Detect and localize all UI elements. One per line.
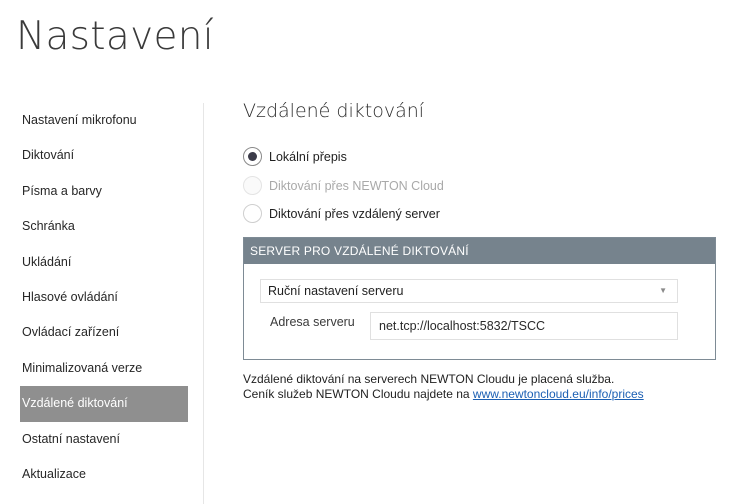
sidebar-item-clipboard[interactable]: Schránka: [0, 209, 203, 244]
radio-label: Diktování přes NEWTON Cloud: [269, 178, 444, 193]
info-text: Vzdálené diktování na serverech NEWTON C…: [243, 372, 644, 402]
chevron-down-icon: ▼: [659, 286, 667, 295]
server-group-header: SERVER PRO VZDÁLENÉ DIKTOVÁNÍ: [244, 238, 715, 264]
radio-local-transcription[interactable]: Lokální přepis: [243, 147, 347, 166]
server-address-label: Adresa serveru: [270, 315, 355, 329]
info-line-2: Ceník služeb NEWTON Cloudu najdete na ww…: [243, 387, 644, 402]
section-title: Vzdálené diktování: [243, 100, 425, 122]
radio-newton-cloud: Diktování přes NEWTON Cloud: [243, 176, 444, 195]
radio-checked-icon[interactable]: [243, 147, 262, 166]
sidebar: Nastavení mikrofonu Diktování Písma a ba…: [0, 103, 204, 504]
server-address-input[interactable]: net.tcp://localhost:5832/TSCC: [370, 312, 678, 340]
radio-unchecked-icon[interactable]: [243, 204, 262, 223]
sidebar-item-fonts-colors[interactable]: Písma a barvy: [0, 174, 203, 209]
prices-link[interactable]: www.newtoncloud.eu/info/prices: [473, 387, 644, 401]
server-group-box: SERVER PRO VZDÁLENÉ DIKTOVÁNÍ Ruční nast…: [243, 237, 716, 360]
radio-label: Diktování přes vzdálený server: [269, 206, 440, 221]
sidebar-item-saving[interactable]: Ukládání: [0, 245, 203, 280]
server-mode-dropdown[interactable]: Ruční nastavení serveru ▼: [260, 279, 678, 303]
sidebar-item-dictation[interactable]: Diktování: [0, 138, 203, 173]
sidebar-item-microphone[interactable]: Nastavení mikrofonu: [0, 103, 203, 138]
radio-remote-server[interactable]: Diktování přes vzdálený server: [243, 204, 440, 223]
sidebar-item-remote-dictation[interactable]: Vzdálené diktování: [20, 386, 188, 422]
sidebar-item-minimized[interactable]: Minimalizovaná verze: [0, 351, 203, 386]
radio-unchecked-icon: [243, 176, 262, 195]
sidebar-item-voice-control[interactable]: Hlasové ovládání: [0, 280, 203, 315]
sidebar-item-updates[interactable]: Aktualizace: [0, 457, 203, 492]
main-panel: Vzdálené diktování Lokální přepis Diktov…: [243, 100, 723, 401]
info-line-1: Vzdálené diktování na serverech NEWTON C…: [243, 372, 615, 386]
radio-label: Lokální přepis: [269, 149, 347, 164]
info-line-2-prefix: Ceník služeb NEWTON Cloudu najdete na: [243, 387, 473, 401]
sidebar-item-other-settings[interactable]: Ostatní nastavení: [0, 422, 203, 457]
dropdown-value: Ruční nastavení serveru: [268, 284, 404, 298]
sidebar-item-control-devices[interactable]: Ovládací zařízení: [0, 315, 203, 350]
page-title: Nastavení: [16, 14, 214, 59]
